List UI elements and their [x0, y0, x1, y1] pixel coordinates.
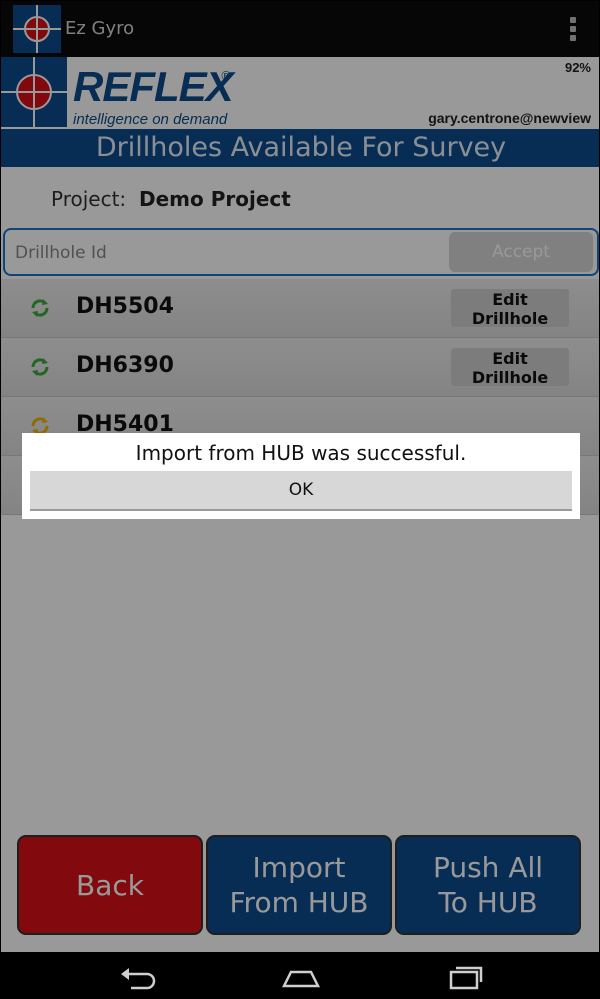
- app-window: Ez Gyro REFLEX ® intelligence on demand …: [0, 0, 600, 999]
- system-navigation-bar: [1, 952, 599, 998]
- back-nav-icon[interactable]: [119, 962, 159, 992]
- home-nav-icon[interactable]: [281, 962, 321, 992]
- import-success-dialog: Import from HUB was successful. OK: [22, 433, 580, 519]
- ok-button[interactable]: OK: [30, 471, 572, 511]
- recent-apps-icon[interactable]: [445, 962, 485, 992]
- dialog-message: Import from HUB was successful.: [135, 441, 467, 465]
